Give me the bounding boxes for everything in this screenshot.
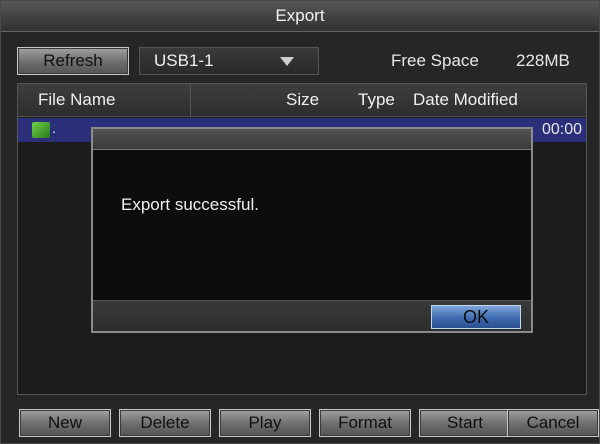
device-select[interactable]: USB1-1 [139, 47, 319, 75]
export-result-dialog: Export successful. OK [91, 127, 533, 333]
format-button[interactable]: Format [319, 409, 411, 437]
date-modified-fragment: 00:00 [541, 121, 582, 138]
dialog-footer: OK [93, 300, 531, 331]
action-bar: New Delete Play Format Start Cancel [1, 409, 599, 439]
window-title: Export [1, 1, 599, 32]
refresh-button[interactable]: Refresh [17, 47, 129, 75]
file-name-fragment: . [52, 120, 56, 136]
play-button[interactable]: Play [219, 409, 311, 437]
cancel-button[interactable]: Cancel [507, 409, 599, 437]
start-button[interactable]: Start [419, 409, 511, 437]
delete-button[interactable]: Delete [119, 409, 211, 437]
chevron-down-icon [280, 57, 294, 66]
table-header: File Name Size Type Date Modified [18, 84, 586, 117]
column-size[interactable]: Size [286, 84, 319, 116]
column-date-modified[interactable]: Date Modified [413, 84, 518, 116]
free-space-label: Free Space [391, 51, 479, 70]
column-divider [190, 84, 191, 116]
video-file-icon [32, 122, 50, 138]
toolbar: Refresh USB1-1 Free Space 228MB [1, 41, 599, 77]
new-button[interactable]: New [19, 409, 111, 437]
dialog-message: Export successful. [121, 195, 259, 214]
device-select-value: USB1-1 [154, 51, 214, 70]
export-window: Export Refresh USB1-1 Free Space 228MB F… [0, 0, 600, 444]
dialog-title-bar [93, 129, 531, 150]
column-type[interactable]: Type [358, 84, 395, 116]
column-file-name[interactable]: File Name [38, 84, 115, 116]
free-space-value: 228MB [516, 51, 570, 70]
ok-button[interactable]: OK [431, 305, 521, 329]
